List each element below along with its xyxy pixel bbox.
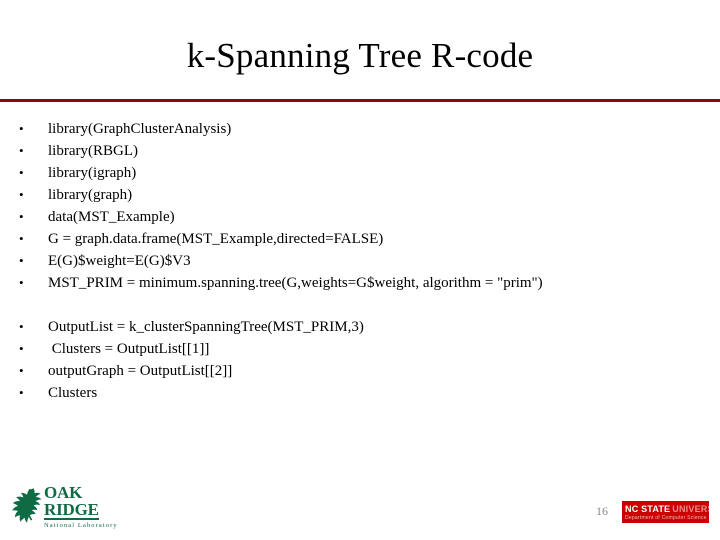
title-divider-rule	[0, 99, 720, 102]
code-bullet-list: • library(GraphClusterAnalysis) • librar…	[0, 118, 720, 404]
oak-leaf-icon	[12, 488, 42, 523]
list-item: • outputGraph = OutputList[[2]]	[0, 360, 720, 382]
code-line-text: Clusters = OutputList[[1]]	[48, 341, 210, 357]
bullet-icon: •	[19, 319, 24, 334]
ncsu-wordmark: NC STATEUNIVERSITY	[625, 503, 709, 514]
list-item: • Clusters = OutputList[[1]]	[0, 338, 720, 360]
bullet-icon: •	[19, 385, 24, 400]
bullet-icon: •	[19, 165, 24, 180]
list-item: • data(MST_Example)	[0, 206, 720, 228]
ornl-line-national-laboratory: National Laboratory	[44, 522, 118, 529]
list-item: • library(GraphClusterAnalysis)	[0, 118, 720, 140]
code-line-text: library(graph)	[48, 187, 133, 203]
oak-ridge-wordmark: OAK RIDGE National Laboratory	[44, 484, 120, 530]
bullet-icon: •	[19, 187, 24, 202]
page-title: k-Spanning Tree R-code	[186, 36, 534, 75]
bullet-icon: •	[19, 363, 24, 378]
ornl-line-ridge: RIDGE	[44, 500, 99, 520]
ncsu-name-light: UNIVERSITY	[672, 504, 709, 514]
list-item: • E(G)$weight=E(G)$V3	[0, 250, 720, 272]
code-line-text: outputGraph = OutputList[[2]]	[48, 363, 233, 379]
ornl-line-oak: OAK	[44, 483, 83, 502]
code-line-text: OutputList = k_clusterSpanningTree(MST_P…	[48, 319, 364, 335]
bullet-icon: •	[19, 253, 24, 268]
oak-ridge-national-laboratory-logo: OAK RIDGE National Laboratory	[10, 484, 120, 532]
code-line-text: E(G)$weight=E(G)$V3	[48, 253, 191, 269]
bullet-icon: •	[19, 209, 24, 224]
list-item: • MST_PRIM = minimum.spanning.tree(G,wei…	[0, 272, 720, 294]
ncsu-department-label: Department of Computer Science	[625, 515, 707, 521]
bullet-icon: •	[19, 121, 24, 136]
code-line-text: library(igraph)	[48, 165, 137, 181]
code-line-text: data(MST_Example)	[48, 209, 175, 225]
code-line-text: Clusters	[48, 385, 98, 401]
list-item: • OutputList = k_clusterSpanningTree(MST…	[0, 316, 720, 338]
page-number: 16	[596, 504, 608, 518]
code-line-text: MST_PRIM = minimum.spanning.tree(G,weigh…	[48, 275, 543, 291]
list-item: • library(igraph)	[0, 162, 720, 184]
nc-state-university-logo: NC STATEUNIVERSITY Department of Compute…	[622, 501, 709, 523]
list-item: • Clusters	[0, 382, 720, 404]
code-line-text: library(RBGL)	[48, 143, 138, 159]
code-line-text: G = graph.data.frame(MST_Example,directe…	[48, 231, 384, 247]
list-item: • G = graph.data.frame(MST_Example,direc…	[0, 228, 720, 250]
bullet-icon: •	[19, 143, 24, 158]
bullet-icon: •	[19, 275, 24, 290]
bullet-icon: •	[19, 231, 24, 246]
ncsu-name-bold: NC STATE	[625, 504, 671, 514]
list-item: • library(graph)	[0, 184, 720, 206]
bullet-icon: •	[19, 341, 24, 356]
list-item: • library(RBGL)	[0, 140, 720, 162]
code-line-text: library(GraphClusterAnalysis)	[48, 121, 232, 137]
